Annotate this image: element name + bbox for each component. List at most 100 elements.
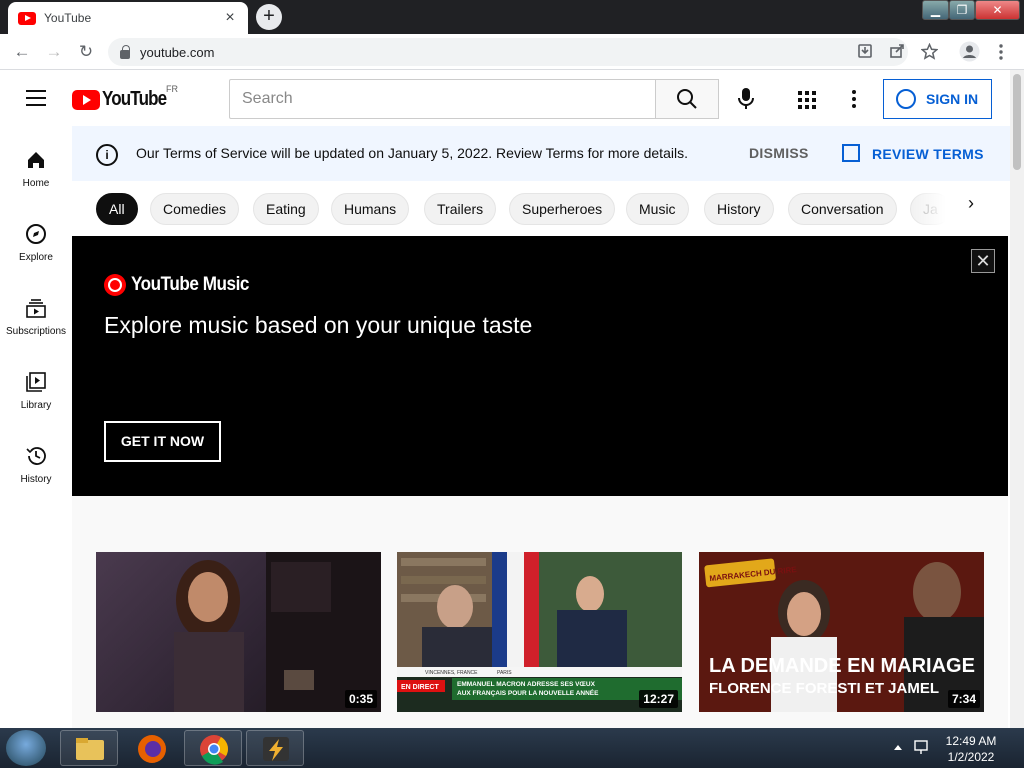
settings-menu-icon[interactable] — [852, 90, 856, 111]
scrollbar-thumb[interactable] — [1013, 74, 1021, 170]
chip-superheroes[interactable]: Superheroes — [509, 193, 616, 225]
sidebar-item-label: Explore — [19, 252, 53, 263]
sidebar-item-label: History — [20, 474, 52, 485]
back-button[interactable]: ← — [6, 42, 38, 62]
live-tag: EN DIRECT — [401, 684, 439, 691]
taskbar-firefox[interactable] — [122, 730, 180, 766]
chip-conversation[interactable]: Conversation — [788, 193, 897, 225]
tray-arrow-icon[interactable] — [893, 742, 903, 752]
video-grid: 0:35 EN DIRECT EMMANUEL MACRON ADRESSE S… — [72, 496, 1008, 728]
place-left: VINCENNES, FRANCE — [425, 670, 478, 676]
sidebar-item-label: Library — [20, 400, 52, 411]
apps-grid-icon[interactable] — [798, 91, 816, 109]
home-icon — [28, 152, 44, 168]
sidebar-item-library[interactable]: Library — [0, 370, 72, 411]
microphone-icon[interactable] — [736, 87, 756, 111]
browser-titlebar: YouTube × + ▁ ❐ ✕ — [0, 0, 1024, 34]
search-icon — [677, 89, 697, 109]
sidebar-item-explore[interactable]: Explore — [0, 222, 72, 263]
video-thumbnail[interactable]: MARRAKECH DU RIRE LA DEMANDE EN MARIAGE … — [699, 552, 984, 712]
firefox-icon — [138, 735, 166, 763]
window-maximize-button[interactable]: ❐ — [949, 0, 975, 20]
network-icon[interactable] — [913, 738, 931, 756]
chip-next-arrow-icon[interactable]: › — [968, 193, 974, 214]
lock-icon — [120, 44, 130, 59]
profile-avatar-icon[interactable] — [959, 41, 980, 62]
chip-humans[interactable]: Humans — [331, 193, 410, 225]
share-icon[interactable] — [889, 43, 905, 59]
folder-icon — [76, 738, 104, 760]
terms-banner: i Our Terms of Service will be updated o… — [72, 126, 1010, 181]
forward-button[interactable]: → — [38, 42, 70, 62]
address-url[interactable]: youtube.com — [140, 45, 214, 60]
browser-menu-icon[interactable] — [998, 44, 1004, 60]
start-button-icon[interactable] — [6, 730, 46, 766]
sign-in-label: SIGN IN — [926, 91, 979, 107]
overlay-line-2: AUX FRANÇAIS POUR LA NOUVELLE ANNÉE — [457, 688, 599, 697]
taskbar-app[interactable] — [246, 730, 304, 766]
youtube-logo[interactable]: YouTube FR — [72, 84, 178, 111]
sidebar-item-subscriptions[interactable]: Subscriptions — [0, 296, 72, 337]
install-app-icon[interactable] — [857, 43, 873, 59]
chip-history[interactable]: History — [704, 193, 774, 225]
video-duration: 7:34 — [947, 690, 980, 708]
video-thumbnail[interactable]: EN DIRECT EMMANUEL MACRON ADRESSE SES VŒ… — [397, 552, 682, 712]
get-it-now-button[interactable]: GET IT NOW — [104, 421, 221, 462]
chip-comedies[interactable]: Comedies — [150, 193, 240, 225]
reload-button[interactable]: ↻ — [70, 42, 102, 62]
overlay-line-1: EMMANUEL MACRON ADRESSE SES VŒUX — [457, 681, 596, 688]
video-duration: 12:27 — [639, 690, 678, 708]
sidebar: Home Explore Subscriptions Library Histo… — [0, 126, 72, 726]
chip-eating[interactable]: Eating — [253, 193, 319, 225]
youtube-favicon-icon — [18, 11, 36, 25]
country-code: FR — [166, 84, 178, 94]
sidebar-item-label: Subscriptions — [5, 326, 67, 337]
thumbnail-image: MARRAKECH DU RIRE LA DEMANDE EN MARIAGE … — [699, 552, 984, 712]
window-minimize-button[interactable]: ▁ — [922, 0, 949, 20]
chip-music[interactable]: Music — [626, 193, 689, 225]
dismiss-button[interactable]: DISMISS — [749, 145, 809, 161]
external-link-icon — [842, 144, 860, 162]
youtube-music-logo-text: YouTube Music — [131, 274, 249, 295]
clock-date[interactable]: 1/2/2022 — [936, 750, 1006, 764]
youtube-logo-text: YouTube — [102, 88, 167, 110]
review-terms-button[interactable]: REVIEW TERMS — [842, 144, 984, 163]
sign-in-button[interactable]: SIGN IN — [883, 79, 992, 119]
review-terms-label: REVIEW TERMS — [872, 146, 984, 162]
promo-tagline: Explore music based on your unique taste — [104, 312, 533, 338]
youtube-music-icon — [104, 274, 126, 296]
user-circle-icon — [896, 89, 916, 109]
sidebar-item-home[interactable]: Home — [0, 148, 72, 189]
taskbar-chrome[interactable] — [184, 730, 242, 766]
youtube-music-promo: YouTube Music Explore music based on you… — [72, 236, 1008, 496]
chip-trailers[interactable]: Trailers — [424, 193, 497, 225]
browser-tab[interactable]: YouTube × — [8, 2, 248, 34]
chip-all[interactable]: All — [96, 193, 138, 225]
promo-close-icon[interactable]: ✕ — [971, 249, 995, 273]
thumbnail-image: EN DIRECT EMMANUEL MACRON ADRESSE SES VŒ… — [397, 552, 682, 712]
chip-bar: All Comedies Eating Humans Trailers Supe… — [72, 181, 1010, 237]
windows-taskbar: 12:49 AM 1/2/2022 — [0, 728, 1024, 768]
info-icon: i — [96, 144, 118, 166]
video-thumbnail[interactable]: 0:35 — [96, 552, 381, 712]
youtube-music-logo: YouTube Music — [104, 274, 262, 296]
bookmark-star-icon[interactable] — [921, 43, 938, 60]
search-button[interactable] — [655, 79, 719, 119]
search-input[interactable]: Search — [229, 79, 656, 119]
window-close-button[interactable]: ✕ — [975, 0, 1020, 20]
tab-close-button[interactable]: × — [222, 9, 238, 27]
history-icon — [26, 447, 46, 465]
sidebar-item-history[interactable]: History — [0, 444, 72, 485]
hamburger-menu-icon[interactable] — [26, 90, 46, 106]
sidebar-item-label: Home — [22, 178, 50, 189]
clock-time[interactable]: 12:49 AM — [936, 734, 1006, 748]
new-tab-button[interactable]: + — [256, 4, 282, 30]
youtube-header: YouTube FR Search SIGN IN — [0, 70, 1010, 126]
taskbar-explorer[interactable] — [60, 730, 118, 766]
page-scrollbar[interactable] — [1010, 70, 1024, 728]
thumbnail-title-line-2: FLORENCE FORESTI ET JAMEL — [709, 680, 939, 697]
thumbnail-title-line-1: LA DEMANDE EN MARIAGE — [709, 655, 975, 677]
address-bar[interactable]: youtube.com — [108, 38, 908, 66]
chrome-icon — [200, 735, 228, 765]
youtube-play-icon — [72, 89, 100, 110]
